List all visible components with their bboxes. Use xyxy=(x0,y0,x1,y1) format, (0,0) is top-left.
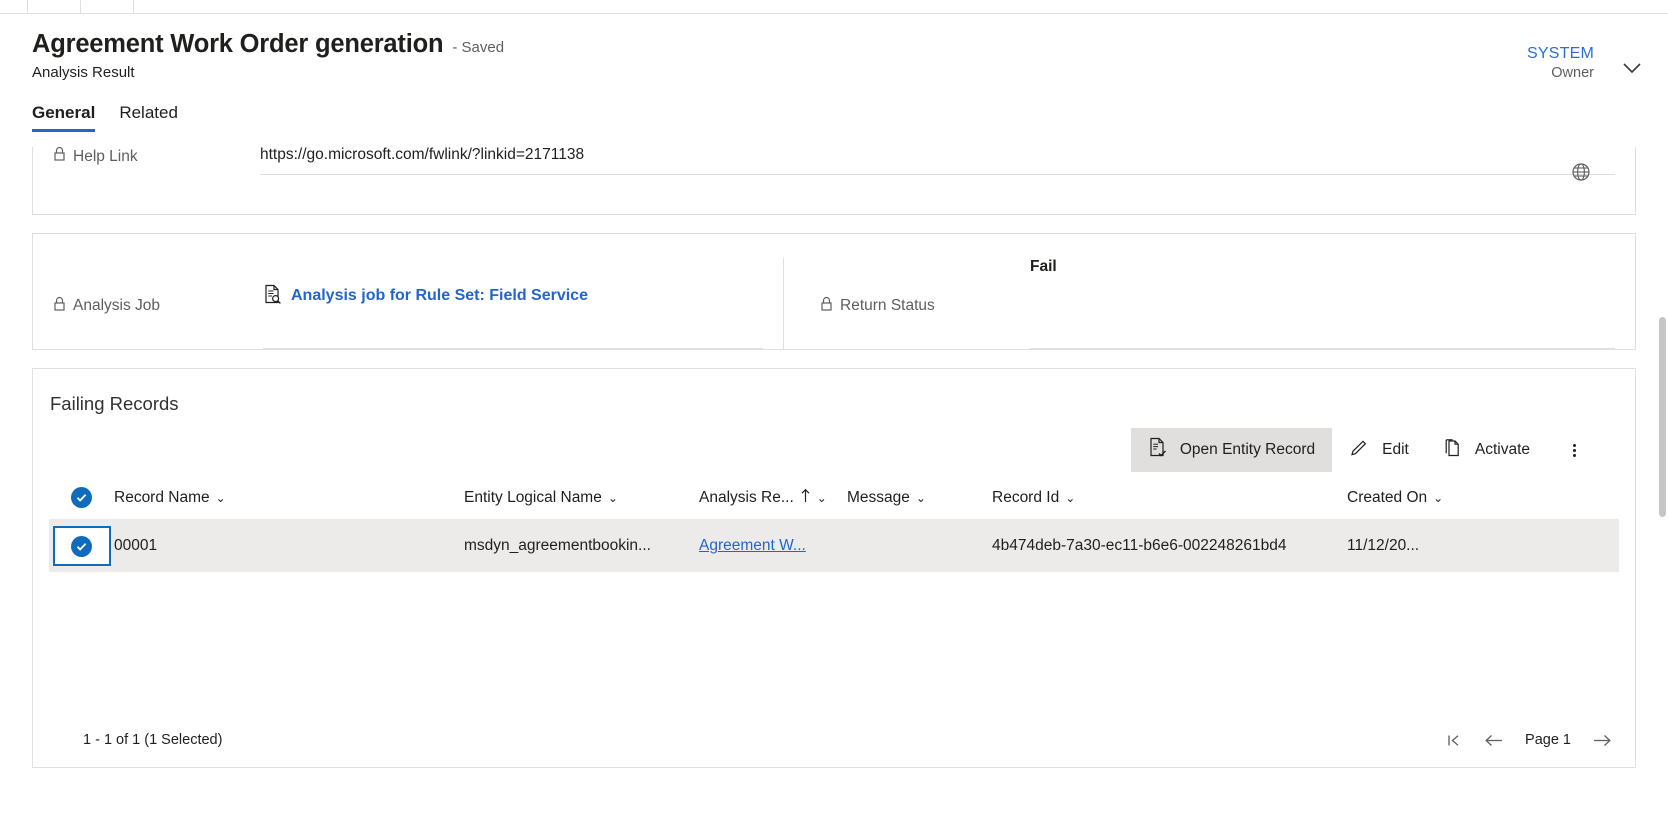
tab-general[interactable]: General xyxy=(32,103,96,133)
help-link-label: Help Link xyxy=(53,147,260,167)
column-header-message-label: Message xyxy=(847,488,910,506)
grid-header-row: Record Name ⌄ Entity Logical Name ⌄ Anal… xyxy=(49,476,1619,520)
title-row: Agreement Work Order generation - Saved xyxy=(32,30,1668,59)
first-page-icon[interactable] xyxy=(1446,733,1463,748)
chrome-divider xyxy=(133,0,134,14)
lock-icon xyxy=(820,296,833,317)
chrome-divider xyxy=(80,0,81,14)
more-vertical-icon[interactable] xyxy=(1559,428,1589,472)
column-header-created-on[interactable]: Created On ⌄ xyxy=(1347,489,1497,507)
document-search-icon xyxy=(263,284,282,309)
analysis-job-field: Analysis Job Analysis job for Rule Set: … xyxy=(33,258,783,349)
browser-chrome-strip xyxy=(0,0,1668,14)
cell-analysis-result-link[interactable]: Agreement W... xyxy=(699,537,847,555)
chrome-divider xyxy=(27,0,28,14)
checkbox-checked-icon[interactable] xyxy=(71,535,92,557)
column-header-analysis-result-label: Analysis Re... xyxy=(699,488,794,506)
chevron-down-icon: ⌄ xyxy=(816,490,827,505)
table-row[interactable]: 00001 msdyn_agreementbookin... Agreement… xyxy=(49,520,1619,572)
select-all-cell[interactable] xyxy=(49,487,114,508)
column-header-analysis-result[interactable]: Analysis Re... ⌄ xyxy=(699,488,847,508)
sort-ascending-icon xyxy=(800,488,811,508)
form-body: Help Link https://go.microsoft.com/fwlin… xyxy=(0,147,1668,831)
cell-record-name: 00001 xyxy=(114,537,158,554)
grid-command-bar: Open Entity Record Edit Activate xyxy=(33,428,1589,472)
page-number-label: Page 1 xyxy=(1525,732,1571,748)
column-header-entity-logical-name[interactable]: Entity Logical Name ⌄ xyxy=(464,489,699,507)
lock-icon xyxy=(53,147,66,167)
activate-button[interactable]: Activate xyxy=(1426,428,1547,472)
chevron-down-icon: ⌄ xyxy=(915,490,926,505)
ellipsis-dot xyxy=(1572,448,1576,452)
page-title: Agreement Work Order generation xyxy=(32,30,444,58)
previous-page-icon[interactable] xyxy=(1483,733,1505,748)
help-link-value[interactable]: https://go.microsoft.com/fwlink/?linkid=… xyxy=(260,147,1615,175)
edit-button[interactable]: Edit xyxy=(1332,428,1426,472)
open-entity-record-label: Open Entity Record xyxy=(1179,441,1316,458)
globe-icon[interactable] xyxy=(1571,162,1591,187)
next-page-icon[interactable] xyxy=(1591,733,1613,748)
checkbox-checked-icon[interactable] xyxy=(71,487,92,508)
lock-icon xyxy=(53,296,66,317)
column-header-message[interactable]: Message ⌄ xyxy=(847,489,992,507)
owner-name[interactable]: SYSTEM xyxy=(1527,44,1594,64)
cell-created-on: 11/12/20... xyxy=(1347,537,1420,554)
return-status-field: Return Status Fail xyxy=(783,258,1635,349)
tab-related[interactable]: Related xyxy=(119,103,178,132)
vertical-scrollbar-track[interactable] xyxy=(1657,147,1668,831)
owner-role-label: Owner xyxy=(1551,65,1594,81)
pencil-icon xyxy=(1349,438,1369,463)
help-link-card: Help Link https://go.microsoft.com/fwlin… xyxy=(32,147,1636,215)
record-header: Agreement Work Order generation - Saved … xyxy=(0,14,1668,147)
help-link-value-wrap: https://go.microsoft.com/fwlink/?linkid=… xyxy=(260,147,1615,181)
chevron-down-icon[interactable] xyxy=(1618,58,1646,78)
row-checkbox-focus-ring[interactable] xyxy=(52,526,111,566)
entity-type-label: Analysis Result xyxy=(32,64,135,82)
chevron-down-icon: ⌄ xyxy=(1065,490,1076,505)
activate-label: Activate xyxy=(1474,441,1530,458)
record-count-label: 1 - 1 of 1 (1 Selected) xyxy=(83,732,223,748)
pagination-controls: Page 1 xyxy=(1446,732,1613,748)
cell-record-id: 4b474deb-7a30-ec11-b6e6-002248261bd4 xyxy=(992,537,1287,554)
column-header-record-name[interactable]: Record Name ⌄ xyxy=(114,489,464,507)
grid-footer: 1 - 1 of 1 (1 Selected) Page 1 xyxy=(33,713,1635,767)
column-header-record-id-label: Record Id xyxy=(992,488,1060,506)
column-header-record-name-label: Record Name xyxy=(114,488,210,506)
help-link-label-text: Help Link xyxy=(73,147,138,165)
failing-records-title: Failing Records xyxy=(50,393,179,414)
failing-records-card: Failing Records Open Entity Record Edit … xyxy=(32,368,1636,768)
details-card: Analysis Job Analysis job for Rule Set: … xyxy=(32,233,1636,350)
ellipsis-dot xyxy=(1572,443,1576,447)
analysis-job-value[interactable]: Analysis job for Rule Set: Field Service xyxy=(263,258,763,349)
analysis-job-label: Analysis Job xyxy=(53,258,263,349)
vertical-scrollbar-thumb[interactable] xyxy=(1659,317,1666,517)
open-entity-record-button[interactable]: Open Entity Record xyxy=(1130,428,1333,472)
analysis-job-label-text: Analysis Job xyxy=(73,297,161,314)
ellipsis-dot xyxy=(1572,453,1576,457)
form-tabs: General Related xyxy=(32,103,1668,133)
column-header-created-on-label: Created On xyxy=(1347,488,1428,506)
edit-label: Edit xyxy=(1382,441,1409,458)
return-status-label: Return Status xyxy=(820,258,1030,349)
owner-field[interactable]: SYSTEM Owner xyxy=(1527,44,1594,82)
copy-icon xyxy=(1443,438,1462,463)
return-status-value: Fail xyxy=(1030,258,1615,349)
chevron-down-icon: ⌄ xyxy=(215,490,226,505)
chevron-down-icon: ⌄ xyxy=(607,490,618,505)
column-header-record-id[interactable]: Record Id ⌄ xyxy=(992,489,1347,507)
analysis-job-link[interactable]: Analysis job for Rule Set: Field Service xyxy=(291,287,588,305)
cell-entity-logical-name: msdyn_agreementbookin... xyxy=(464,537,651,554)
column-header-entity-logical-name-label: Entity Logical Name xyxy=(464,488,602,506)
chevron-down-icon: ⌄ xyxy=(1433,490,1444,505)
help-link-row: Help Link https://go.microsoft.com/fwlin… xyxy=(33,147,1635,181)
row-select-cell[interactable] xyxy=(49,526,114,566)
save-state-label: - Saved xyxy=(452,39,505,56)
return-status-label-text: Return Status xyxy=(840,297,935,314)
open-entity-record-icon xyxy=(1148,437,1167,463)
